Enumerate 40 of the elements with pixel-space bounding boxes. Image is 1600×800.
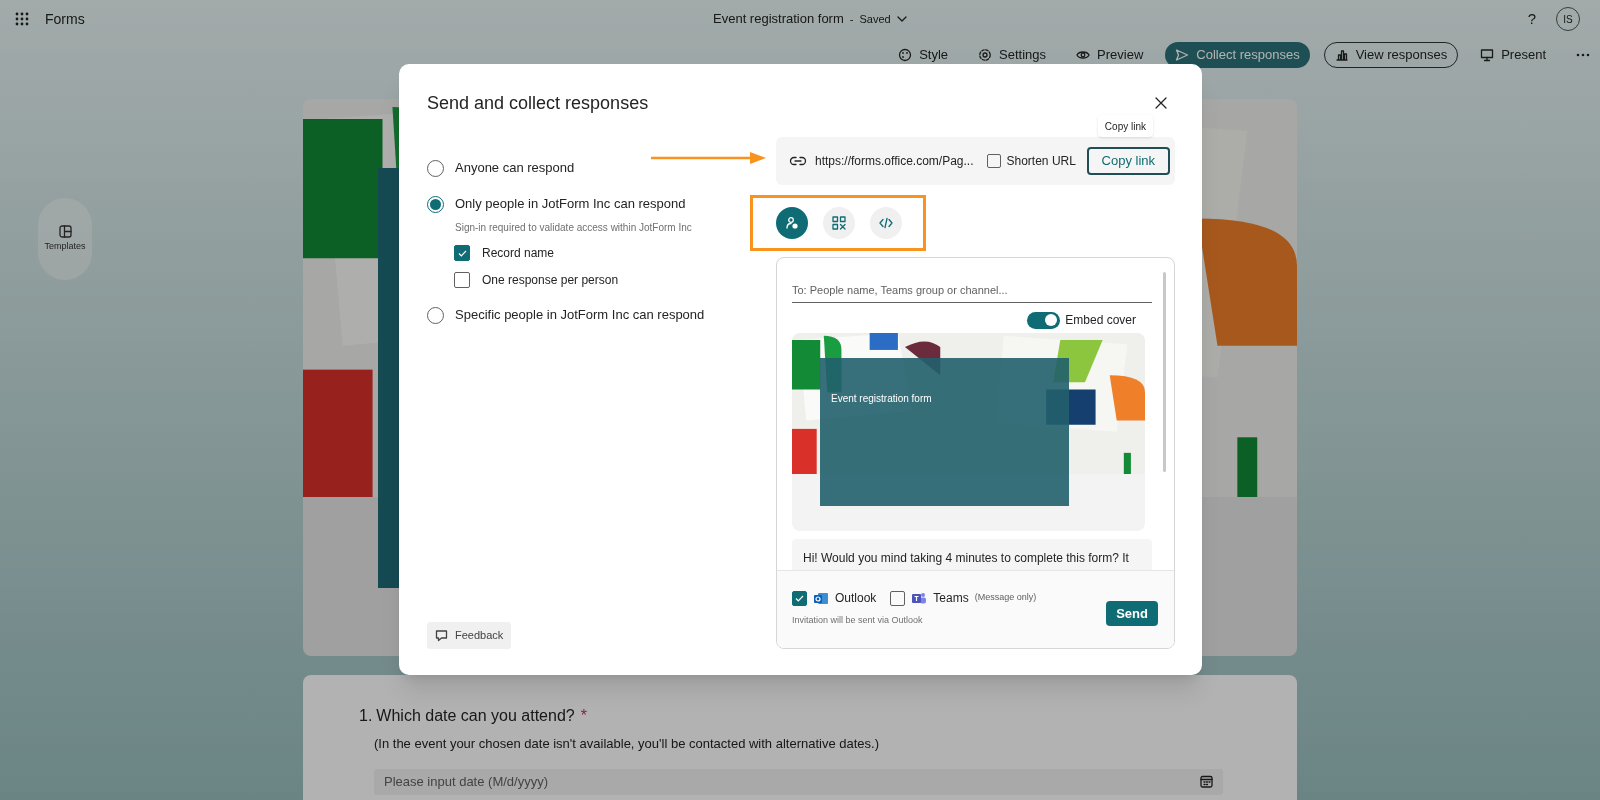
help-button[interactable]: ? bbox=[1527, 7, 1536, 31]
question-number: 1. bbox=[359, 706, 373, 726]
message-text: Hi! Would you mind taking 4 minutes to complete this form? It bbox=[803, 551, 1129, 565]
checkbox[interactable] bbox=[792, 590, 807, 606]
form-title: Event registration form bbox=[713, 10, 844, 29]
toolbar-button[interactable]: Style bbox=[890, 42, 957, 68]
calendar-icon[interactable] bbox=[1200, 775, 1213, 788]
checkbox-label: Teams bbox=[933, 590, 969, 607]
toolbar-button[interactable]: Present bbox=[1472, 42, 1554, 68]
chevron-down-icon[interactable] bbox=[896, 16, 907, 22]
title-separator: - bbox=[849, 11, 854, 27]
toolbar-button[interactable]: Settings bbox=[970, 42, 1055, 68]
question-description: (In the event your chosen date isn't available, you'll be contacted with alternative dates.) bbox=[374, 735, 881, 753]
more-icon[interactable] bbox=[1576, 53, 1590, 57]
checkbox[interactable] bbox=[890, 590, 906, 606]
feedback-button[interactable]: Feedback bbox=[427, 622, 512, 649]
app-launcher-icon[interactable] bbox=[15, 12, 29, 26]
monitor-icon bbox=[1480, 48, 1495, 62]
gear-icon bbox=[978, 48, 993, 62]
channel-note: (Message only) bbox=[974, 591, 1037, 605]
mail-app-icon bbox=[813, 590, 829, 606]
message-box[interactable]: Hi! Would you mind taking 4 minutes to complete this form? It bbox=[792, 539, 1152, 570]
chat-app-icon bbox=[911, 590, 928, 606]
toolbar-button[interactable]: Preview bbox=[1068, 42, 1152, 68]
app-name: Forms bbox=[45, 9, 85, 29]
send-icon bbox=[1175, 48, 1190, 62]
required-mark: * bbox=[580, 706, 587, 726]
date-input[interactable]: Please input date (M/d/yyyy) bbox=[374, 768, 1223, 795]
layout-icon bbox=[58, 224, 72, 238]
speech-bubble-icon bbox=[435, 629, 448, 642]
eye-icon bbox=[1076, 48, 1091, 62]
invite-hint: Invitation will be sent via Outlook bbox=[792, 614, 924, 627]
palette-icon bbox=[898, 48, 913, 62]
send-button[interactable]: Send bbox=[1106, 601, 1158, 626]
question-title: Which date can you attend? bbox=[376, 706, 575, 726]
bar-chart-icon bbox=[1334, 48, 1349, 62]
save-status: Saved bbox=[859, 11, 891, 27]
toolbar-button[interactable]: Collect responses bbox=[1165, 42, 1310, 68]
check-icon bbox=[795, 594, 804, 602]
checkbox-label: Outlook bbox=[835, 590, 877, 607]
